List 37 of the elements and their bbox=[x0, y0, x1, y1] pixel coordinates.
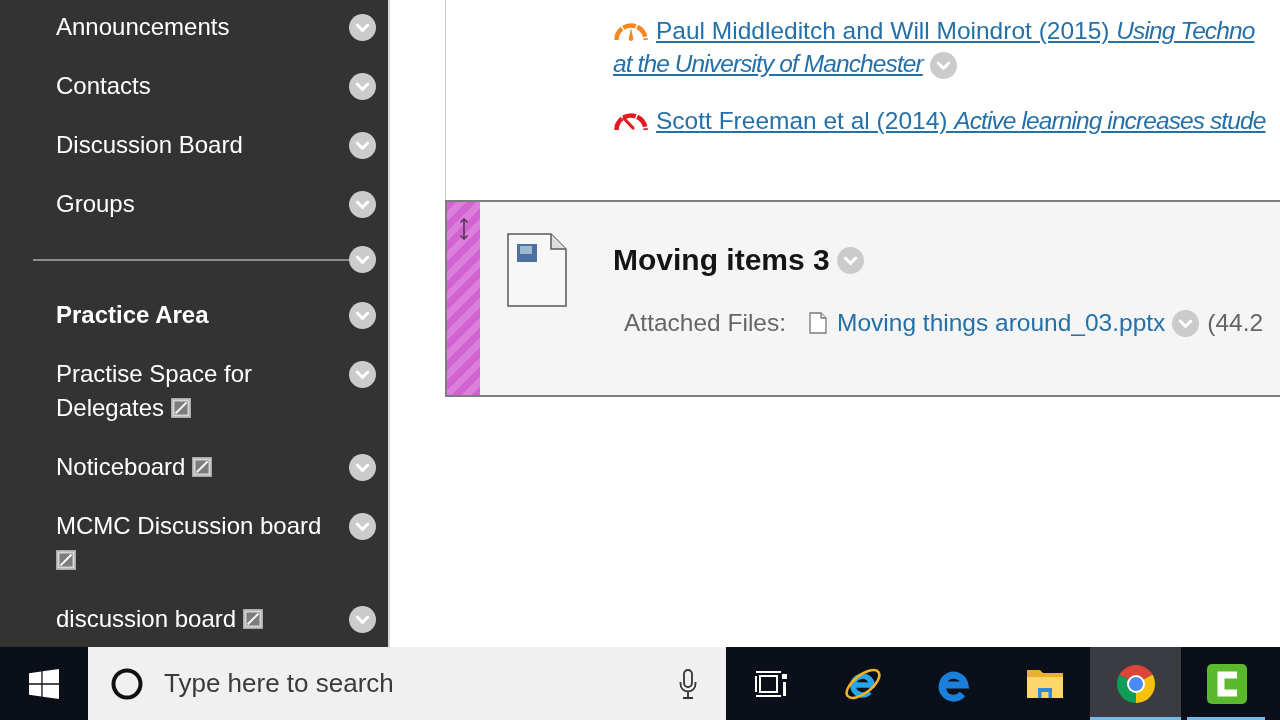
chevron-menu-icon[interactable] bbox=[349, 72, 376, 100]
segmented-circle-icon bbox=[1115, 663, 1156, 704]
item-title: Moving items 3 bbox=[613, 242, 830, 278]
drag-handle[interactable] bbox=[447, 202, 480, 395]
chevron-menu-icon[interactable] bbox=[349, 131, 376, 159]
chevron-menu-icon[interactable] bbox=[349, 360, 376, 388]
chevron-menu-icon[interactable] bbox=[349, 13, 376, 41]
chevron-menu-icon[interactable] bbox=[349, 605, 376, 633]
taskbar-button[interactable] bbox=[1090, 647, 1181, 720]
sidebar-link[interactable]: Discussion Board bbox=[56, 128, 243, 162]
sidebar-link[interactable]: MCMC Discussion board bbox=[56, 509, 336, 577]
sidebar-link[interactable]: Noticeboard bbox=[56, 450, 213, 484]
chevron-menu-icon[interactable] bbox=[349, 512, 376, 540]
reference-link[interactable]: Paul Middleditch and Will Moindrot (2015) Using Techno at the University of Manchester bbox=[613, 14, 1273, 80]
window-panes-icon bbox=[29, 668, 59, 699]
chevron-menu-icon[interactable] bbox=[349, 190, 376, 218]
ring-icon bbox=[111, 667, 143, 700]
document-icon bbox=[507, 233, 567, 307]
chevron-menu-icon[interactable] bbox=[349, 301, 376, 329]
sidebar-link[interactable]: Contacts bbox=[56, 69, 151, 103]
task-view-icon bbox=[753, 668, 790, 699]
sidebar-link[interactable]: Groups bbox=[56, 187, 135, 221]
sidebar-link[interactable]: discussion board bbox=[56, 602, 263, 636]
sidebar-link[interactable]: Practise Space for Delegates bbox=[56, 357, 336, 425]
reference-link[interactable]: Scott Freeman et al (2014) Active learning increases stude bbox=[613, 104, 1273, 137]
microphone-icon[interactable] bbox=[678, 667, 698, 700]
file-size: (44.2 bbox=[1207, 309, 1264, 337]
sidebar-heading[interactable]: Practice Area bbox=[56, 298, 209, 332]
file-icon bbox=[809, 312, 828, 334]
attached-files-label: Attached Files: bbox=[624, 309, 787, 337]
sidebar-link[interactable]: Announcements bbox=[56, 10, 230, 44]
search-field[interactable]: Type here to search bbox=[164, 668, 424, 699]
c-logo-icon bbox=[1206, 663, 1247, 704]
file-link[interactable]: Moving things around_03.pptx bbox=[837, 309, 1166, 337]
up-down-arrow-icon bbox=[458, 217, 469, 241]
chevron-menu-icon[interactable] bbox=[349, 453, 376, 481]
chevron-menu-icon[interactable] bbox=[349, 246, 376, 273]
